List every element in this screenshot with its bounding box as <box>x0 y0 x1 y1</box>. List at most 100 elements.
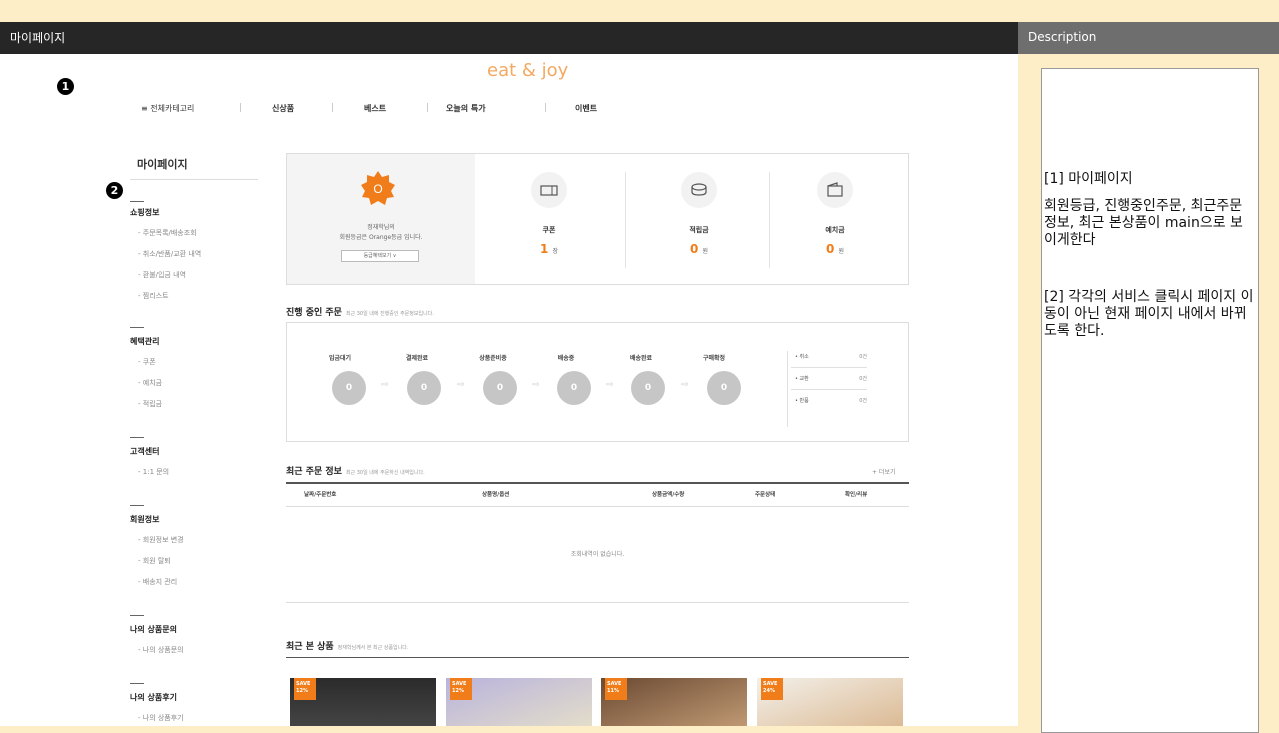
save-percent: 11% <box>607 688 619 694</box>
recent-viewed-title: 최근 본 상품 정재학님께서 본 최근 상품입니다. <box>286 639 408 652</box>
description-header: Description <box>1018 22 1279 54</box>
step-count[interactable]: 0 <box>707 371 741 405</box>
save-badge: SAVE 11% <box>605 678 627 700</box>
sidebar-item-my-qna[interactable]: - 나의 상품문의 <box>138 645 184 655</box>
description-item1-body: 회원등급, 진행중인주문, 최근주문정보, 최근 본상품이 main으로 보이게… <box>1044 198 1243 248</box>
annotation-marker-1: 1 <box>57 78 74 95</box>
step-count[interactable]: 0 <box>407 371 441 405</box>
save-label: SAVE <box>763 681 778 687</box>
gnb-new-products[interactable]: 신상품 <box>272 103 294 114</box>
ticket-icon <box>531 172 567 208</box>
stat-deposit[interactable]: 예치금 0 원 <box>763 154 907 284</box>
description-item1-title: [1] 마이페이지 <box>1044 171 1133 187</box>
save-percent: 12% <box>452 688 464 694</box>
arrow-right-icon: ⇨ <box>532 380 540 390</box>
member-grade-panel: O 정재학님의 회원등급은 Orange등급 입니다. 등급혜택보기 ∨ <box>287 154 475 284</box>
stat-deposit-label: 예치금 <box>825 226 845 234</box>
save-badge: SAVE 24% <box>761 678 783 700</box>
more-link[interactable]: + 더보기 <box>872 467 896 476</box>
step-label: 배송완료 <box>629 355 653 362</box>
step-count[interactable]: 0 <box>557 371 591 405</box>
annotation-marker-2: 2 <box>106 182 123 199</box>
sidebar-item-coupon[interactable]: - 쿠폰 <box>138 357 156 367</box>
recent-viewed-border <box>286 657 909 658</box>
save-percent: 24% <box>763 688 775 694</box>
sidebar-item-deposit[interactable]: - 예치금 <box>138 378 162 388</box>
status-exchange[interactable]: • 교환 0건 <box>795 375 867 382</box>
sidebar-item-refund-history[interactable]: - 환불/입금 내역 <box>138 270 186 280</box>
group-bar <box>130 683 144 684</box>
col-date: 날짜/주문번호 <box>304 492 337 498</box>
deposit-unit: 원 <box>838 248 845 255</box>
save-percent: 12% <box>296 688 308 694</box>
col-amount: 상품금액/수량 <box>652 492 685 498</box>
save-label: SAVE <box>296 681 311 687</box>
order-progress: 입금대기 결제완료 상품준비중 배송중 배송완료 구매확정 0 ⇨ 0 ⇨ 0 … <box>286 322 909 442</box>
description-title: Description <box>1028 30 1097 44</box>
recent-orders-heading: 최근 주문 정보 <box>286 467 342 477</box>
step-label: 입금대기 <box>328 355 352 362</box>
step-count[interactable]: 0 <box>483 371 517 405</box>
sidebar-item-withdraw[interactable]: - 회원 탈퇴 <box>138 556 171 566</box>
stat-divider <box>625 172 626 268</box>
sidebar-item-cancel-history[interactable]: - 취소/반품/교환 내역 <box>138 249 201 259</box>
gnb-divider <box>427 103 428 112</box>
sidebar-group-qna[interactable]: 나의 상품문의 <box>130 624 177 635</box>
step-label: 구매확정 <box>702 355 726 362</box>
table-header-border <box>286 506 909 507</box>
points-unit: 원 <box>702 248 709 255</box>
grade-text-level: 회원등급은 Orange등급 입니다. <box>339 234 423 241</box>
sidebar-group-member[interactable]: 회원정보 <box>130 514 159 525</box>
arrow-right-icon: ⇨ <box>457 380 465 390</box>
step-label: 배송중 <box>557 355 575 362</box>
stat-points[interactable]: 적립금 0 원 <box>627 154 771 284</box>
stat-coupon-label: 쿠폰 <box>542 226 556 234</box>
status-return-label: • 반품 <box>795 398 809 404</box>
sidebar-item-points[interactable]: - 적립금 <box>138 399 162 409</box>
status-return[interactable]: • 반품 0건 <box>795 397 867 404</box>
product-card[interactable]: SAVE 12% <box>446 678 592 726</box>
product-card[interactable]: SAVE 24% <box>757 678 903 726</box>
deposit-amount: 0 <box>825 242 835 256</box>
group-bar <box>130 327 144 328</box>
description-box: [1] 마이페이지 회원등급, 진행중인주문, 최근주문정보, 최근 본상품이 … <box>1041 68 1259 733</box>
gnb-events[interactable]: 이벤트 <box>575 103 597 114</box>
gnb-best[interactable]: 베스트 <box>364 103 386 114</box>
sidebar-divider <box>130 179 258 180</box>
sidebar-item-wishlist[interactable]: - 찜리스트 <box>138 291 169 301</box>
arrow-right-icon: ⇨ <box>606 380 614 390</box>
sidebar-item-edit-profile[interactable]: - 회원정보 변경 <box>138 535 184 545</box>
points-amount: 0 <box>689 242 699 256</box>
recent-viewed-heading: 최근 본 상품 <box>286 642 334 652</box>
status-line <box>791 367 867 368</box>
gnb-divider <box>545 103 546 112</box>
coin-icon <box>681 172 717 208</box>
stat-points-label: 적립금 <box>689 226 709 234</box>
mypage-canvas: 1 2 eat & joy ≡ 전체카테고리 신상품 베스트 오늘의 특가 이벤… <box>0 54 1018 726</box>
description-item2-body: [2] 각각의 서비스 클릭시 페이지 이동이 아닌 현재 페이지 내에서 바뀌… <box>1044 289 1254 339</box>
gnb-today-deal[interactable]: 오늘의 특가 <box>446 103 486 114</box>
status-cancel[interactable]: • 취소 0건 <box>795 353 867 360</box>
sidebar-item-address[interactable]: - 배송지 관리 <box>138 577 177 587</box>
sidebar-item-inquiry[interactable]: - 1:1 문의 <box>138 467 169 477</box>
status-cancel-count: 0건 <box>859 354 867 360</box>
arrow-right-icon: ⇨ <box>681 380 689 390</box>
sidebar-group-support[interactable]: 고객센터 <box>130 446 159 457</box>
status-divider <box>787 351 788 427</box>
product-card[interactable]: SAVE 11% <box>601 678 747 726</box>
sidebar-group-benefits[interactable]: 혜택관리 <box>130 336 159 347</box>
window-title-bar: 마이페이지 <box>0 22 1018 54</box>
step-count[interactable]: 0 <box>332 371 366 405</box>
step-count[interactable]: 0 <box>631 371 665 405</box>
grade-benefit-button[interactable]: 등급혜택보기 ∨ <box>341 250 419 262</box>
site-logo[interactable]: eat & joy <box>487 60 568 81</box>
grade-text-name: 정재학님의 <box>367 224 395 231</box>
sidebar-group-shopping[interactable]: 쇼핑정보 <box>130 207 159 218</box>
product-card[interactable]: SAVE 12% <box>290 678 436 726</box>
sidebar-item-order-list[interactable]: - 주문목록/배송조회 <box>138 228 197 238</box>
sidebar-group-reviews[interactable]: 나의 상품후기 <box>130 692 177 703</box>
gnb-all-categories[interactable]: ≡ 전체카테고리 <box>141 103 194 114</box>
stat-coupon[interactable]: 쿠폰 1 장 <box>477 154 621 284</box>
sidebar-item-my-reviews[interactable]: - 나의 상품후기 <box>138 713 184 723</box>
